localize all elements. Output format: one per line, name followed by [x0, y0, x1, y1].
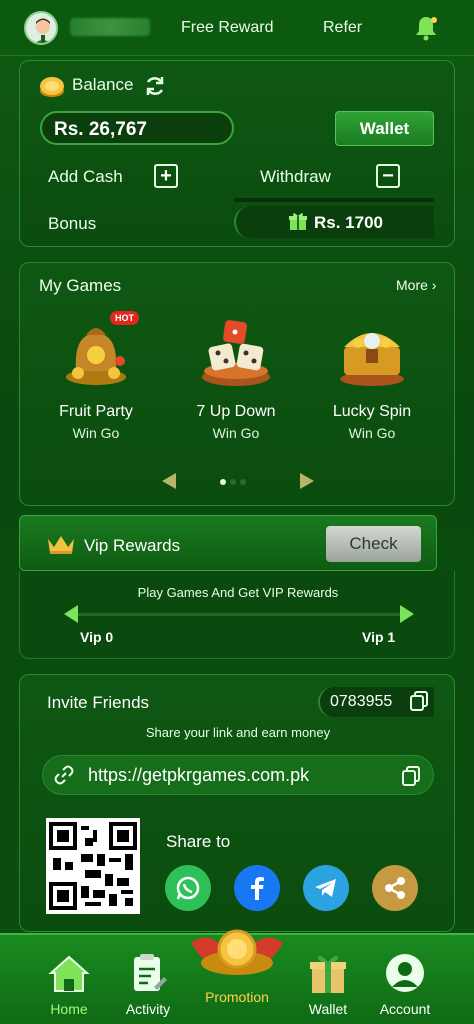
game-subtitle: Win Go — [348, 425, 396, 441]
vip-progress-track — [76, 613, 402, 616]
carousel-dot — [240, 479, 246, 485]
wallet-gift-icon — [310, 955, 346, 993]
balance-amount: Rs. 26,767 — [54, 119, 147, 140]
nav-wallet-label: Wallet — [308, 1001, 348, 1017]
nav-activity[interactable]: Activity — [108, 951, 188, 1017]
share-to-label: Share to — [166, 832, 231, 851]
gift-icon — [289, 213, 307, 230]
my-games-title: My Games — [39, 276, 122, 295]
share-icon[interactable] — [372, 865, 418, 911]
vip-check-button[interactable]: Check — [326, 526, 421, 562]
carousel-dot-active — [220, 479, 226, 485]
vip-caption: Play Games And Get VIP Rewards — [137, 585, 339, 600]
nav-home[interactable]: Home — [29, 951, 109, 1017]
facebook-icon[interactable] — [234, 865, 280, 911]
invite-link-text: https://getpkrgames.com.pk — [88, 765, 310, 785]
whatsapp-icon[interactable] — [165, 865, 211, 911]
vip-rewards-title: Vip Rewards — [84, 536, 181, 555]
bell-icon[interactable] — [414, 15, 438, 41]
nav-promotion[interactable]: Promotion — [191, 929, 283, 1005]
username-hidden — [70, 18, 150, 36]
home-icon — [48, 955, 90, 992]
game-7-up-down[interactable]: 7 Up Down Win Go — [176, 311, 296, 451]
game-lucky-spin[interactable]: Lucky Spin Win Go — [312, 311, 432, 451]
invite-code: 0783955 — [330, 693, 393, 710]
more-link[interactable]: More › — [396, 277, 436, 293]
free-reward-link[interactable]: Free Reward — [181, 19, 273, 37]
vip-end-marker-icon — [400, 605, 414, 623]
withdraw-minus-icon[interactable]: − — [376, 164, 400, 188]
treasure-chest-icon — [340, 333, 404, 386]
hot-badge: HOT — [110, 311, 139, 325]
nav-wallet[interactable]: Wallet — [288, 951, 368, 1017]
bonus-value: Rs. 1700 — [314, 213, 383, 232]
carousel-dots — [220, 479, 246, 485]
refresh-icon[interactable] — [144, 75, 166, 97]
user-avatar-icon[interactable] — [24, 11, 58, 45]
invite-title: Invite Friends — [47, 693, 150, 712]
carousel-dot — [230, 479, 236, 485]
add-cash-label[interactable]: Add Cash — [48, 167, 123, 187]
more-label: More — [396, 277, 428, 293]
top-header: Free Reward Refer — [0, 0, 474, 56]
vip-rewards-banner: Vip Rewards Check — [19, 515, 437, 571]
game-name: Fruit Party — [59, 403, 133, 420]
nav-account-label: Account — [379, 1001, 431, 1017]
link-icon — [54, 765, 74, 785]
my-games-card: My Games More › HOT Fruit Party Win Go 7… — [19, 262, 455, 506]
share-caption: Share your link and earn money — [145, 725, 331, 740]
nav-promotion-label: Promotion — [205, 989, 269, 1005]
telegram-icon[interactable] — [303, 865, 349, 911]
vip-start-marker-icon — [64, 605, 78, 623]
game-name: Lucky Spin — [332, 403, 412, 420]
vip-start-level: Vip 0 — [80, 629, 114, 645]
nav-activity-label: Activity — [125, 1001, 171, 1017]
nav-account[interactable]: Account — [365, 951, 445, 1017]
copy-code-icon[interactable] — [410, 691, 428, 711]
game-fruit-party[interactable]: HOT Fruit Party Win Go — [36, 311, 156, 451]
invite-friends-card: Invite Friends 0783955 Share your link a… — [19, 674, 455, 932]
promotion-coin-icon — [191, 929, 283, 975]
game-subtitle: Win Go — [212, 425, 260, 441]
account-icon — [386, 954, 424, 992]
refer-link[interactable]: Refer — [323, 19, 362, 37]
carousel-next-icon[interactable] — [300, 473, 314, 489]
bonus-label: Bonus — [48, 214, 97, 233]
withdraw-label[interactable]: Withdraw — [260, 167, 331, 187]
crown-icon — [48, 536, 74, 554]
balance-label: Balance — [72, 75, 134, 94]
carousel-prev-icon[interactable] — [162, 473, 176, 489]
bottom-navigation: Home Activity Promotion Wallet Account — [0, 929, 474, 1024]
wallet-button[interactable]: Wallet — [335, 111, 434, 146]
balance-amount-pill: Rs. 26,767 — [40, 111, 234, 145]
vip-end-level: Vip 1 — [362, 629, 396, 645]
balance-card: Balance Rs. 26,767 Wallet Add Cash + Wit… — [19, 60, 455, 247]
page: Free Reward Refer Balance Rs. 26,767 Wal… — [0, 0, 474, 1024]
game-subtitle: Win Go — [72, 425, 120, 441]
game-name: 7 Up Down — [196, 403, 276, 420]
nav-home-label: Home — [50, 1001, 88, 1017]
dice-icon — [202, 320, 270, 386]
add-cash-plus-icon[interactable]: + — [154, 164, 178, 188]
divider — [234, 198, 434, 202]
qr-code — [46, 818, 140, 914]
coin-icon — [40, 77, 64, 97]
copy-link-icon[interactable] — [402, 766, 420, 786]
vip-progress-panel: Play Games And Get VIP Rewards Vip 0 Vip… — [19, 571, 455, 659]
activity-icon — [134, 954, 167, 991]
